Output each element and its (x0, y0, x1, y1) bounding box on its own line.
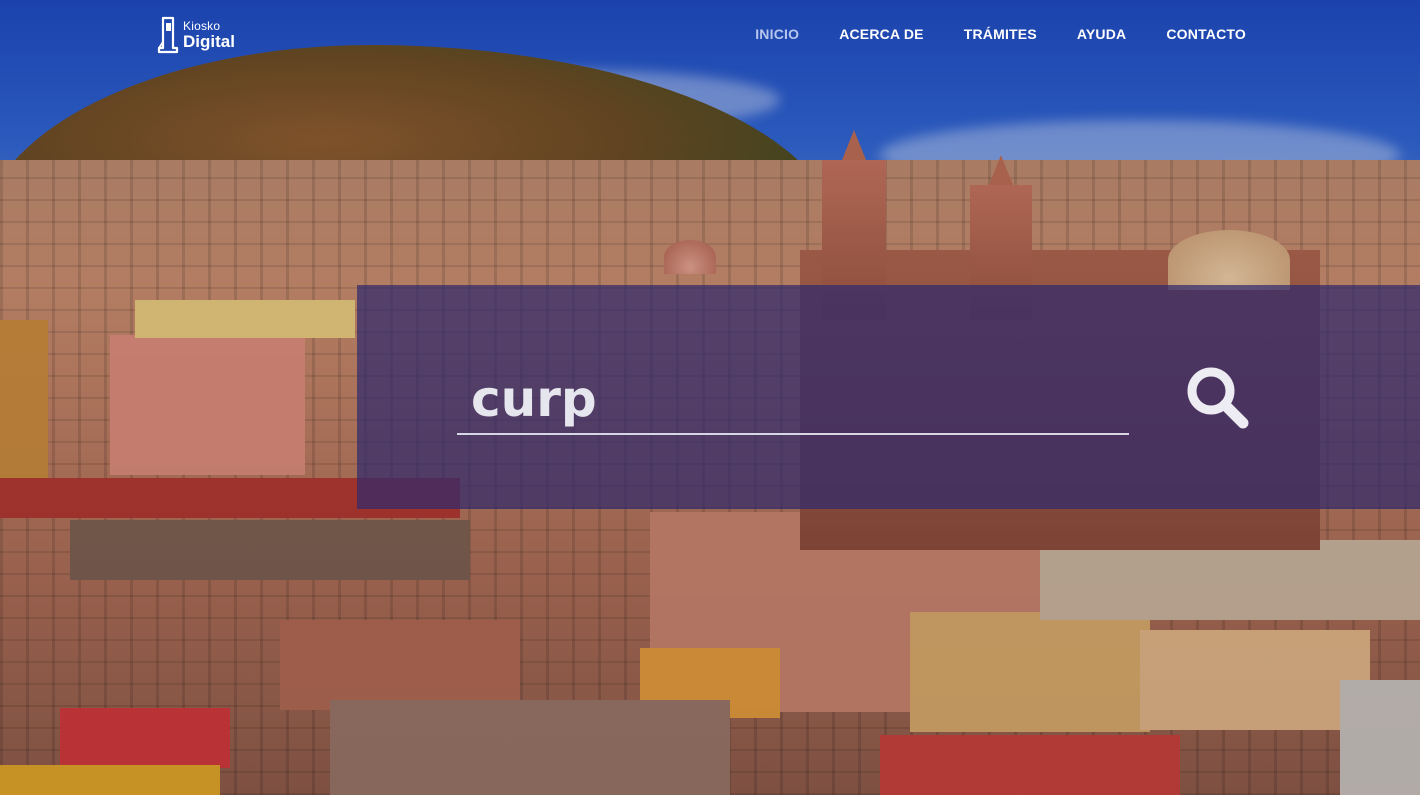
search-panel (357, 285, 1420, 509)
search-input[interactable] (457, 365, 1129, 435)
search-icon (1187, 367, 1249, 429)
nav-ayuda[interactable]: AYUDA (1077, 24, 1127, 44)
search-button[interactable] (1185, 365, 1251, 431)
main-menu: INICIO ACERCA DE TRÁMITES AYUDA CONTACTO (755, 24, 1246, 44)
brand-bottom-label: Digital (183, 32, 235, 51)
kiosk-icon (157, 16, 179, 54)
nav-contacto[interactable]: CONTACTO (1166, 24, 1246, 44)
nav-tramites[interactable]: TRÁMITES (964, 24, 1037, 44)
brand-top-label: Kiosko (183, 19, 221, 33)
brand-logo[interactable]: Kiosko Digital (157, 15, 235, 55)
nav-acerca-de[interactable]: ACERCA DE (839, 24, 924, 44)
top-nav: Kiosko Digital INICIO ACERCA DE TRÁMITES… (0, 0, 1420, 70)
nav-inicio[interactable]: INICIO (755, 24, 799, 44)
